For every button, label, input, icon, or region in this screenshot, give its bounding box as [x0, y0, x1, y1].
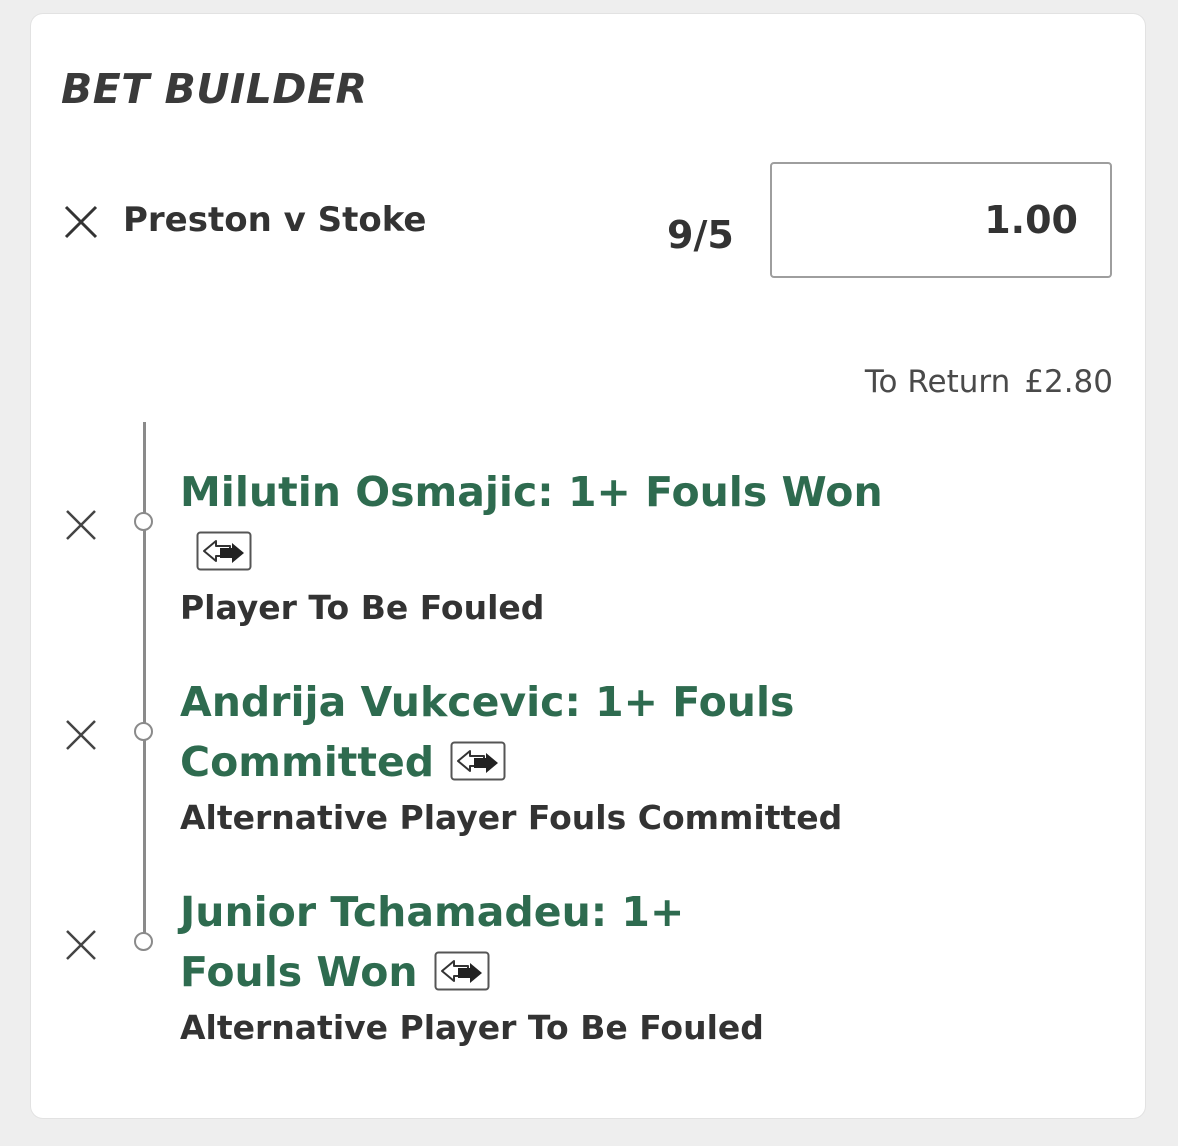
- leg-selection: Junior Tchamadeu: 1+ Fouls Won: [180, 882, 700, 1002]
- leg-selection: Andrija Vukcevic: 1+ Fouls Committed: [180, 672, 900, 792]
- leg-market: Alternative Player Fouls Committed: [180, 798, 843, 837]
- leg-item: Andrija Vukcevic: 1+ Fouls Committed Alt…: [180, 672, 900, 838]
- timeline-node: [134, 512, 153, 531]
- remove-leg-close-icon[interactable]: [65, 509, 97, 541]
- remove-leg-close-icon[interactable]: [65, 929, 97, 961]
- event-name: Preston v Stoke: [123, 200, 427, 240]
- remove-event-close-icon[interactable]: [64, 205, 98, 239]
- bet-builder-title: BET BUILDER: [61, 65, 368, 113]
- leg-market: Alternative Player To Be Fouled: [180, 1008, 764, 1047]
- to-return-amount: £2.80: [1024, 364, 1113, 400]
- leg-item: Milutin Osmajic: 1+ Fouls Won Player To …: [180, 462, 900, 628]
- odds-value: 9/5: [667, 213, 734, 257]
- to-return: To Return £2.80: [865, 364, 1113, 401]
- leg-item: Junior Tchamadeu: 1+ Fouls Won Alternati…: [180, 882, 900, 1048]
- swap-icon[interactable]: [450, 741, 506, 781]
- stake-input[interactable]: [770, 162, 1112, 278]
- timeline-line: [143, 422, 146, 942]
- timeline-node: [134, 932, 153, 951]
- timeline-node: [134, 722, 153, 741]
- leg-selection: Milutin Osmajic: 1+ Fouls Won: [180, 462, 900, 582]
- bet-builder-card: BET BUILDER Preston v Stoke 9/5 To Retur…: [31, 14, 1145, 1118]
- to-return-label: To Return: [864, 364, 1011, 400]
- leg-market: Player To Be Fouled: [180, 588, 545, 627]
- swap-icon[interactable]: [434, 951, 490, 991]
- leg-selection-text: Milutin Osmajic: 1+ Fouls Won: [180, 468, 883, 516]
- remove-leg-close-icon[interactable]: [65, 719, 97, 751]
- swap-icon[interactable]: [196, 531, 252, 571]
- leg-selection-text: Junior Tchamadeu: 1+ Fouls Won: [180, 888, 685, 996]
